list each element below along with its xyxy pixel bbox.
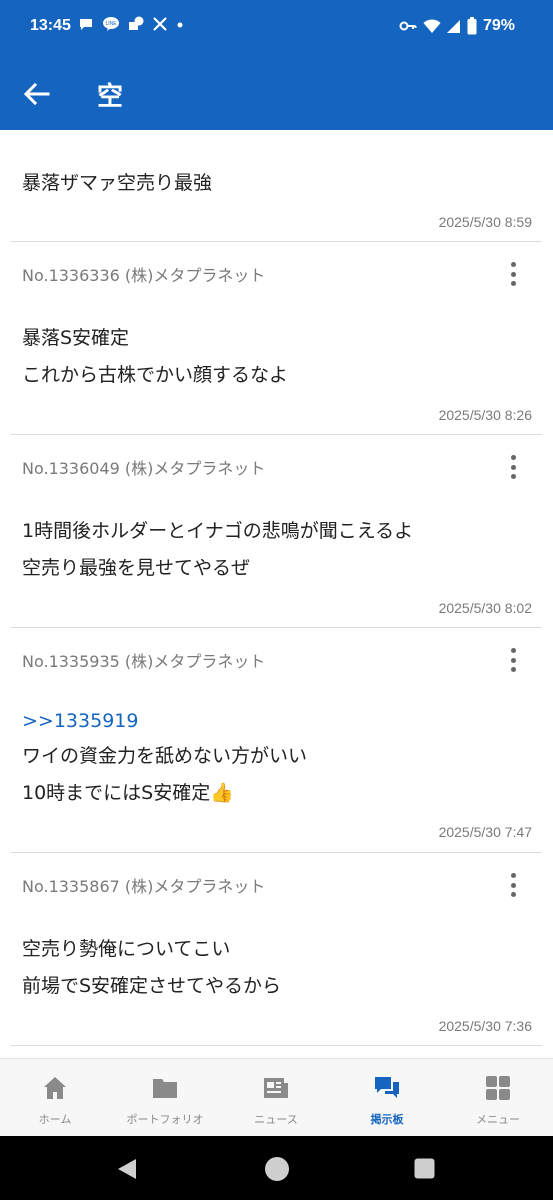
post-body: 暴落ザマァ空売り最強 [22,165,212,202]
reply-link[interactable]: >>1335919 [22,704,307,738]
post-text-line: 暴落S安確定 [22,327,130,349]
post-body: >>1335919 ワイの資金力を舐めない方がいい 10時までにはS安確定👍 [22,704,307,812]
post-meta: No.1336049 (株)メタプラネット [22,459,266,478]
arrow-left-icon [23,82,50,106]
battery-icon [467,17,477,35]
post-text-line: これから古株でかい顔するなよ [22,364,289,386]
list-item: 暴落ザマァ空売り最強 2025/5/30 8:59 [11,130,542,242]
more-options-button[interactable] [510,262,516,286]
nav-label: ポートフォリオ [126,1113,204,1126]
post-text-line: 1時間後ホルダーとイナゴの悲鳴が聞こえるよ [22,520,414,542]
home-circle-icon[interactable] [264,1156,290,1182]
system-navigation-bar [0,1136,553,1200]
nav-label: ホーム [38,1113,72,1126]
post-text-line: 空売り勢俺についてこい [22,938,231,960]
post-text-line: 10時までにはS安確定👍 [22,782,234,804]
back-button[interactable] [18,76,54,112]
more-options-button[interactable] [510,455,516,479]
list-item: No.1336336 (株)メタプラネット 暴落S安確定 これから古株でかい顔す… [11,242,542,435]
post-timestamp: 2025/5/30 8:02 [438,600,532,616]
nav-label: メニュー [476,1113,520,1126]
more-options-button[interactable] [510,873,516,897]
post-timestamp: 2025/5/30 7:36 [438,1018,532,1034]
chat-icon [375,1077,399,1098]
post-timestamp: 2025/5/30 8:26 [438,407,532,423]
nav-label: 掲示板 [370,1113,404,1126]
status-bar: 13:45 LINE 79% [0,0,553,56]
nav-label: ニュース [254,1113,298,1126]
post-text-line: ワイの資金力を舐めない方がいい [22,745,308,767]
notification-icons: LINE [78,16,184,32]
nav-item-news[interactable]: ニュース [221,1059,331,1137]
list-item: No.1336049 (株)メタプラネット 1時間後ホルダーとイナゴの悲鳴が聞こ… [11,435,542,628]
x-icon [153,17,167,31]
nav-item-board[interactable]: 掲示板 [332,1059,442,1137]
post-meta: No.1335935 (株)メタプラネット [22,652,266,671]
post-text-line: 暴落ザマァ空売り最強 [22,172,213,194]
battery-level: 79% [482,17,515,34]
news-icon [264,1078,288,1098]
system-status: 79% [399,17,515,35]
more-options-button[interactable] [510,648,516,672]
post-body: 空売り勢俺についてこい 前場でS安確定させてやるから [22,931,281,1005]
folder-icon [153,1079,177,1098]
recents-square-icon[interactable] [414,1158,435,1179]
post-body: 1時間後ホルダーとイナゴの悲鳴が聞こえるよ 空売り最強を見せてやるぜ [22,513,413,587]
message-list[interactable]: 暴落ザマァ空売り最強 2025/5/30 8:59 No.1336336 (株)… [0,130,553,1058]
page-title: 空 [97,82,125,112]
nav-item-home[interactable]: ホーム [0,1059,110,1137]
post-body: 暴落S安確定 これから古株でかい顔するなよ [22,320,288,394]
dot-icon [177,22,183,28]
post-text-line: 前場でS安確定させてやるから [22,975,282,997]
bottom-navigation: ホーム ポートフォリオ ニュース 掲示板 メニュー [0,1058,553,1136]
back-triangle-icon[interactable] [116,1157,138,1181]
messenger-icon [129,16,144,30]
line-icon: LINE [103,17,119,31]
svg-text:LINE: LINE [105,21,117,27]
post-text-line: 空売り最強を見せてやるぜ [22,557,251,579]
chat-bubble-icon [80,19,92,30]
nav-item-portfolio[interactable]: ポートフォリオ [110,1059,220,1137]
app-bar: 空 [0,56,553,130]
grid-icon [486,1076,510,1100]
key-icon [399,21,417,31]
post-timestamp: 2025/5/30 8:59 [438,214,532,230]
home-icon [44,1077,66,1099]
post-timestamp: 2025/5/30 7:47 [438,824,532,840]
status-time: 13:45 [30,17,71,34]
post-meta: No.1335867 (株)メタプラネット [22,877,266,896]
signal-icon [446,20,460,33]
list-item: No.1335935 (株)メタプラネット >>1335919 ワイの資金力を舐… [11,628,542,853]
wifi-icon [423,19,441,33]
list-item: No.1335867 (株)メタプラネット 空売り勢俺についてこい 前場でS安確… [11,853,542,1046]
nav-item-menu[interactable]: メニュー [443,1059,553,1137]
post-meta: No.1336336 (株)メタプラネット [22,266,266,285]
